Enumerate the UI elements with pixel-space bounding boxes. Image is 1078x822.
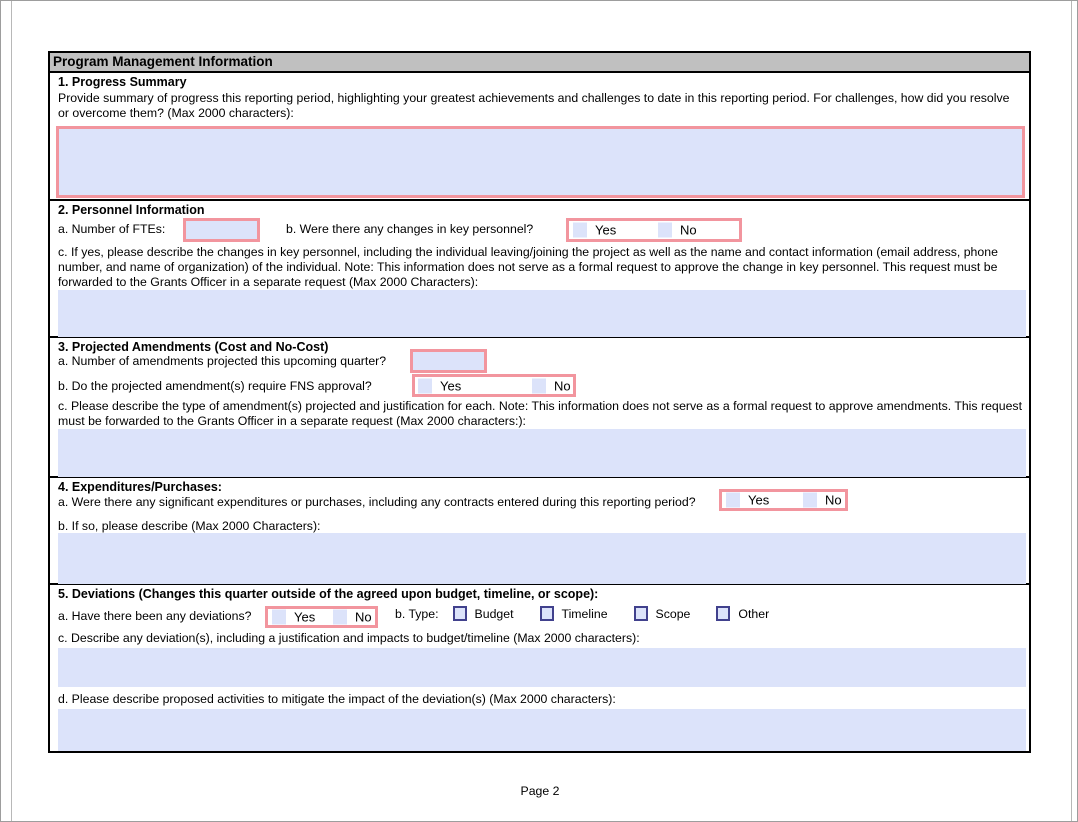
deviations-no-checkbox[interactable]: [333, 610, 347, 625]
fns-approval-yes-no-group: Yes No: [412, 374, 576, 397]
amendments-count-label: a. Number of amendments projected this u…: [58, 354, 386, 368]
deviation-type-label: b. Type:: [395, 607, 439, 621]
expenditures-no-checkbox[interactable]: [803, 493, 817, 508]
key-personnel-no-checkbox[interactable]: [658, 223, 672, 238]
expenditures-describe-textarea[interactable]: [58, 533, 1026, 584]
yes-label: Yes: [595, 224, 616, 237]
deviations-mitigation-label: d. Please describe proposed activities t…: [58, 692, 616, 706]
no-label: No: [680, 224, 697, 237]
expenditures-yes-checkbox[interactable]: [726, 493, 740, 508]
deviation-type-scope-option[interactable]: Scope: [634, 606, 691, 621]
section-4-title: 4. Expenditures/Purchases:: [58, 480, 222, 494]
deviations-yes-option[interactable]: Yes: [272, 610, 315, 625]
key-personnel-yes-no-group: Yes No: [566, 218, 742, 242]
section-1-description: Provide summary of progress this reporti…: [58, 91, 1023, 121]
deviations-no-option[interactable]: No: [333, 610, 372, 625]
amendments-describe-label: c. Please describe the type of amendment…: [58, 399, 1023, 429]
personnel-describe-label: c. If yes, please describe the changes i…: [58, 245, 1023, 291]
section-5-title: 5. Deviations (Changes this quarter outs…: [58, 587, 598, 601]
yes-label: Yes: [440, 379, 461, 392]
section-deviations: 5. Deviations (Changes this quarter outs…: [50, 585, 1029, 751]
section-1-title: 1. Progress Summary: [58, 75, 187, 89]
key-personnel-question-label: b. Were there any changes in key personn…: [286, 222, 533, 236]
expenditures-no-option[interactable]: No: [803, 493, 842, 508]
expenditures-yes-option[interactable]: Yes: [726, 493, 769, 508]
deviations-describe-label: c. Describe any deviation(s), including …: [58, 631, 640, 645]
page-edge-right: [1071, 1, 1072, 821]
deviation-type-timeline-label: Timeline: [562, 607, 608, 621]
deviations-question-label: a. Have there been any deviations?: [58, 609, 251, 623]
deviation-type-budget-checkbox[interactable]: [453, 606, 467, 621]
ftes-input[interactable]: [183, 218, 260, 242]
deviation-type-budget-option[interactable]: Budget: [453, 606, 514, 621]
section-personnel-information: 2. Personnel Information a. Number of FT…: [50, 201, 1029, 338]
no-label: No: [355, 611, 372, 624]
fns-approval-no-checkbox[interactable]: [532, 378, 546, 393]
yes-label: Yes: [294, 611, 315, 624]
form-section-header: Program Management Information: [50, 53, 1029, 73]
section-2-title: 2. Personnel Information: [58, 203, 205, 217]
expenditures-yes-no-group: Yes No: [719, 489, 848, 511]
deviation-type-scope-checkbox[interactable]: [634, 606, 648, 621]
amendments-count-input[interactable]: [410, 349, 487, 373]
program-management-form: Program Management Information 1. Progre…: [48, 51, 1031, 753]
form-title: Program Management Information: [53, 54, 273, 69]
key-personnel-no-option[interactable]: No: [658, 223, 697, 238]
deviation-type-other-checkbox[interactable]: [716, 606, 730, 621]
expenditures-describe-label: b. If so, please describe (Max 2000 Char…: [58, 519, 320, 533]
personnel-changes-textarea[interactable]: [58, 290, 1026, 337]
fns-approval-yes-checkbox[interactable]: [418, 378, 432, 393]
deviation-type-timeline-option[interactable]: Timeline: [540, 606, 608, 621]
key-personnel-yes-checkbox[interactable]: [573, 223, 587, 238]
deviation-type-other-option[interactable]: Other: [716, 606, 769, 621]
deviations-yes-checkbox[interactable]: [272, 610, 286, 625]
deviations-describe-textarea[interactable]: [58, 648, 1026, 687]
section-projected-amendments: 3. Projected Amendments (Cost and No-Cos…: [50, 338, 1029, 478]
key-personnel-yes-option[interactable]: Yes: [573, 223, 616, 238]
expenditures-question-label: a. Were there any significant expenditur…: [58, 495, 696, 509]
fns-approval-yes-option[interactable]: Yes: [418, 378, 461, 393]
deviations-mitigation-textarea[interactable]: [58, 709, 1026, 751]
deviation-type-timeline-checkbox[interactable]: [540, 606, 554, 621]
page-number: Page 2: [1, 784, 1078, 798]
section-3-title: 3. Projected Amendments (Cost and No-Cos…: [58, 340, 328, 354]
deviations-yes-no-group: Yes No: [265, 606, 378, 628]
section-progress-summary: 1. Progress Summary Provide summary of p…: [50, 73, 1029, 201]
deviation-type-other-label: Other: [738, 607, 769, 621]
yes-label: Yes: [748, 494, 769, 507]
progress-summary-textarea[interactable]: [56, 126, 1025, 198]
no-label: No: [554, 379, 571, 392]
ftes-label: a. Number of FTEs:: [58, 222, 165, 236]
amendments-describe-textarea[interactable]: [58, 429, 1026, 477]
deviation-type-budget-label: Budget: [475, 607, 514, 621]
deviation-type-scope-label: Scope: [656, 607, 691, 621]
fns-approval-no-option[interactable]: No: [532, 378, 571, 393]
section-expenditures-purchases: 4. Expenditures/Purchases: a. Were there…: [50, 478, 1029, 585]
deviation-type-row: b. Type: Budget Timeline Scope Other: [395, 606, 769, 621]
fns-approval-question-label: b. Do the projected amendment(s) require…: [58, 379, 372, 393]
page-edge-left: [11, 1, 12, 821]
no-label: No: [825, 494, 842, 507]
pdf-page: Program Management Information 1. Progre…: [0, 0, 1078, 822]
